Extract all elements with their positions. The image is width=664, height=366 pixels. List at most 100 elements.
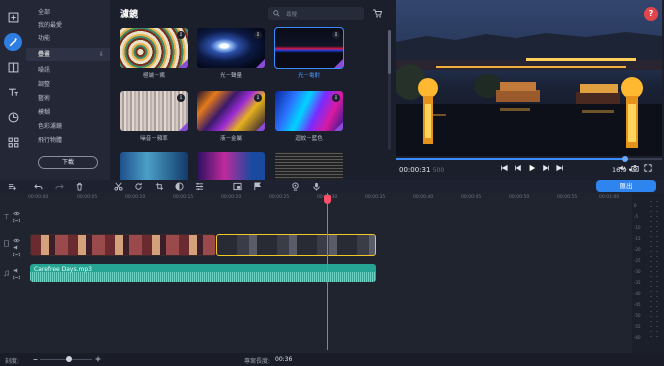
video-clip-selected[interactable] [216, 234, 376, 256]
download-icon[interactable]: ⇩ [254, 31, 262, 39]
titles-tool-button[interactable] [4, 83, 22, 101]
skip-start-icon[interactable] [500, 164, 508, 172]
meter-bar-left [650, 201, 652, 341]
download-icon[interactable]: ⇩ [99, 48, 104, 61]
filter-tile-label: 噪音－頻率 [140, 136, 168, 142]
crop-icon[interactable] [155, 182, 164, 191]
ruler-tick-label: 00:00:00 [28, 195, 49, 200]
ruler-tick-label: 00:01:00 [599, 195, 620, 200]
meter-label: -35 [634, 280, 641, 285]
more-tools-button[interactable] [4, 133, 22, 151]
download-icon[interactable]: ⇩ [177, 94, 185, 102]
link-icon[interactable] [13, 217, 20, 224]
filter-tile-label: 光－電射 [297, 73, 320, 79]
link-icon[interactable] [13, 251, 20, 258]
ruler-tick-label: 00:00:50 [509, 195, 530, 200]
filters-tool-button[interactable] [4, 33, 22, 51]
microphone-icon[interactable] [312, 182, 321, 191]
filter-tile[interactable]: ⇩ [197, 28, 265, 68]
help-button[interactable]: ? [644, 7, 658, 21]
color-adjust-icon[interactable] [175, 182, 184, 191]
delete-icon[interactable] [75, 182, 84, 191]
category-blur[interactable]: 模糊 [26, 106, 110, 119]
meter-label: -10 [634, 225, 641, 230]
progress-knob[interactable] [621, 156, 628, 162]
download-icon[interactable]: ⇩ [254, 94, 262, 102]
record-webcam-icon[interactable] [291, 182, 300, 191]
filter-tile[interactable]: ⇩ [275, 91, 343, 131]
camera-icon[interactable] [631, 164, 639, 172]
eye-icon[interactable] [13, 237, 20, 244]
playback-progress-bar[interactable] [396, 156, 662, 162]
eye-icon[interactable] [13, 210, 20, 217]
filter-tile[interactable]: ⇩ [120, 91, 188, 131]
category-functions[interactable]: 功能 [26, 32, 110, 45]
status-bar: 刻度: 專案長度: 00:36 [0, 353, 664, 366]
download-icon[interactable]: ⇩ [332, 94, 340, 102]
category-overlay[interactable]: 疊畫 ⇩ [26, 48, 110, 61]
category-artistic[interactable]: 藝術 [26, 92, 110, 105]
tool-rail [0, 0, 26, 180]
step-forward-icon[interactable] [542, 164, 550, 172]
transitions-tool-button[interactable] [4, 58, 22, 76]
category-all[interactable]: 全部 [26, 6, 110, 19]
filter-tile[interactable] [197, 152, 265, 180]
filter-tile[interactable]: ⇩ [197, 91, 265, 131]
undo-icon[interactable] [34, 182, 43, 191]
link-icon[interactable] [13, 274, 20, 281]
settings-sliders-icon[interactable] [195, 182, 204, 191]
category-adjust[interactable]: 調整 [26, 78, 110, 91]
meter-label: -15 [634, 236, 641, 241]
download-button[interactable]: 下載 [38, 156, 98, 169]
filter-tile-selected[interactable]: ⇩ [274, 27, 344, 69]
search-input[interactable]: 尋搜 [268, 7, 364, 20]
audio-clip[interactable]: Carefree Days.mp3 [30, 264, 376, 282]
filter-tile[interactable]: ⇩ [120, 28, 188, 68]
current-time: 00:00:31 500 [399, 166, 444, 174]
premium-badge [256, 59, 265, 68]
category-noise[interactable]: 噪訊 [26, 64, 110, 77]
premium-badge [334, 122, 343, 131]
category-favorites[interactable]: 我的最愛 [26, 19, 110, 32]
category-flying-objects[interactable]: 飛行物體 [26, 134, 110, 147]
zoom-out-icon[interactable] [33, 357, 38, 362]
category-label: 噪訊 [38, 67, 51, 74]
pip-icon[interactable] [233, 182, 242, 191]
premium-badge [179, 59, 188, 68]
playhead-handle[interactable] [324, 195, 331, 204]
category-label: 功能 [38, 35, 51, 42]
import-tool-button[interactable] [4, 8, 22, 26]
category-label: 藝術 [38, 95, 51, 102]
flag-icon[interactable] [253, 182, 262, 191]
download-icon[interactable]: ⇩ [332, 31, 340, 39]
video-clip[interactable] [30, 234, 216, 256]
cut-icon[interactable] [114, 182, 123, 191]
volume-icon[interactable] [618, 164, 626, 172]
timeline[interactable]: 00:00:00 00:00:05 00:00:10 00:00:15 00:0… [0, 193, 664, 353]
ruler-tick-label: 00:00:25 [269, 195, 290, 200]
play-icon[interactable] [528, 164, 536, 172]
category-color-filters[interactable]: 色彩濾鏡 [26, 120, 110, 133]
zoom-slider-knob[interactable] [66, 356, 72, 362]
panel-scrollbar[interactable] [388, 30, 391, 150]
category-label: 模糊 [38, 109, 51, 116]
rotate-icon[interactable] [134, 182, 143, 191]
zoom-in-icon[interactable] [95, 356, 101, 362]
speaker-icon[interactable] [13, 267, 20, 274]
filter-tile[interactable] [120, 152, 188, 180]
add-track-icon[interactable] [8, 182, 17, 191]
redo-icon[interactable] [55, 182, 64, 191]
speaker-icon[interactable] [13, 244, 20, 251]
category-label: 飛行物體 [38, 137, 63, 144]
skip-end-icon[interactable] [556, 164, 564, 172]
step-back-icon[interactable] [514, 164, 522, 172]
premium-badge [334, 59, 343, 68]
playhead-line [327, 193, 328, 350]
export-button[interactable]: 匯出 [596, 180, 656, 192]
fullscreen-icon[interactable] [644, 164, 652, 172]
audio-level-meter: 0 -5 -10 -15 -20 -25 -30 -35 -40 -45 -50… [632, 193, 664, 353]
stickers-tool-button[interactable] [4, 108, 22, 126]
download-icon[interactable]: ⇩ [177, 31, 185, 39]
cart-icon[interactable] [372, 8, 382, 18]
filter-tile[interactable] [275, 152, 343, 180]
